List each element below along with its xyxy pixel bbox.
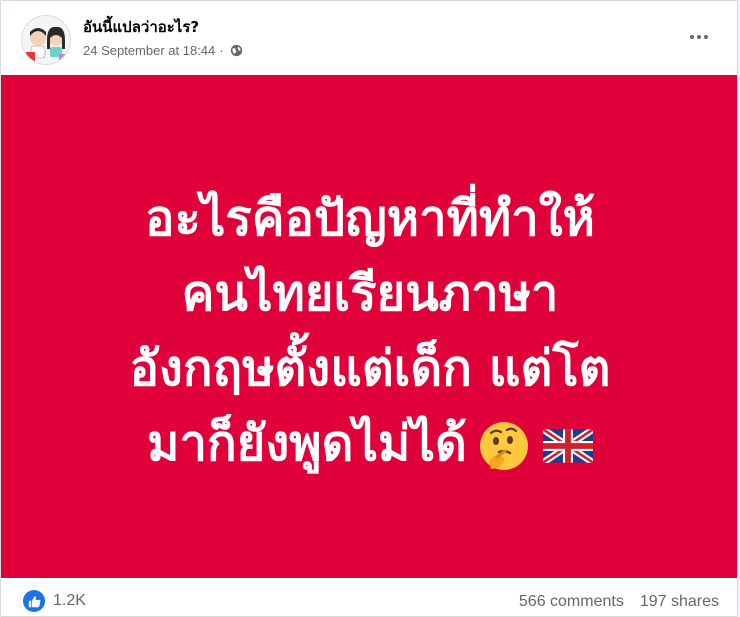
globe-icon[interactable] [230,44,243,57]
uk-flag-icon [542,429,593,463]
facebook-post: อันนี้แปลว่าอะไร? 24 September at 18:44 … [0,0,738,617]
meta-separator: · [219,43,224,58]
image-text-line: อะไรคือปัญหาที่ทำให้ [145,189,595,247]
post-image-text: อะไรคือปัญหาที่ทำให้ คนไทยเรียนภาษา อังก… [130,181,611,481]
post-image[interactable]: อะไรคือปัญหาที่ทำให้ คนไทยเรียนภาษา อังก… [1,75,737,578]
page-avatar[interactable] [21,15,71,65]
image-text-line: คนไทยเรียนภาษา [181,264,559,322]
image-text-line: อังกฤษตั้งแต่เด็ก แต่โต [129,339,611,397]
post-header: อันนี้แปลว่าอะไร? 24 September at 18:44 … [1,1,737,75]
comments-count[interactable]: 566 comments [519,593,624,611]
reactions-summary[interactable]: 1.2K [23,590,86,612]
post-footer: 1.2K 566 comments 197 shares [1,578,737,616]
image-text-line-with-emoji: มาก็ยังพูดไม่ได้ [130,406,611,481]
engagement-counts: 566 comments 197 shares [519,593,719,611]
page-name[interactable]: อันนี้แปลว่าอะไร? [83,15,199,39]
image-text-line: มาก็ยังพูดไม่ได้ [147,414,467,472]
emoji-row [477,419,593,473]
thinking-face-icon [477,419,531,473]
reaction-count: 1.2K [53,592,86,609]
post-meta: 24 September at 18:44 · [83,43,243,58]
like-icon [23,590,45,612]
shares-count[interactable]: 197 shares [640,593,719,611]
post-timestamp[interactable]: 24 September at 18:44 [83,43,215,58]
more-options-icon[interactable] [683,25,715,49]
